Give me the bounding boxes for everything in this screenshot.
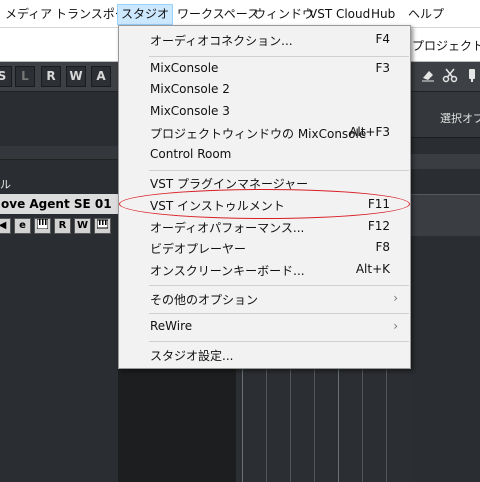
grid-line xyxy=(362,368,363,482)
eraser-icon[interactable] xyxy=(418,67,438,87)
grid-line xyxy=(290,368,291,482)
read-button[interactable]: R xyxy=(41,66,61,87)
speaker-icon[interactable]: ◀ xyxy=(0,218,11,234)
grid-line xyxy=(242,368,243,482)
solo-button[interactable]: S xyxy=(0,66,12,87)
menu-item-label: オーディオコネクション... xyxy=(150,34,293,48)
menu-item-mixconsole-2[interactable]: MixConsole 2 xyxy=(119,79,410,101)
menu-item-label: MixConsole xyxy=(150,61,219,75)
scissors-icon[interactable] xyxy=(440,67,460,87)
track-controls: ◀ e R W xyxy=(0,216,118,236)
menu-item-label: MixConsole 2 xyxy=(150,82,230,96)
write-automation-button[interactable]: W xyxy=(74,218,91,234)
event-lane xyxy=(410,194,480,236)
grid-line xyxy=(338,368,339,482)
menu-item-onscreen-keyboard[interactable]: オンスクリーンキーボード... Alt+K xyxy=(119,259,410,281)
menu-item-audio-performance[interactable]: オーディオパフォーマンス... F12 xyxy=(119,216,410,238)
chevron-right-icon: › xyxy=(393,291,398,305)
menu-item-shortcut: F8 xyxy=(375,240,390,254)
grid-line xyxy=(266,368,267,482)
menu-help[interactable]: ヘルプ xyxy=(405,4,447,25)
menu-vst-cloud[interactable]: VST Cloud xyxy=(306,4,373,25)
track-list-panel: ル ove Agent SE 01 ◀ e R W xyxy=(0,92,118,482)
write-button[interactable]: W xyxy=(66,66,86,87)
inspector-panel: 選択オブ xyxy=(410,92,480,482)
menu-item-label: Control Room xyxy=(150,147,232,161)
menu-item-shortcut: Alt+K xyxy=(355,262,390,276)
menu-separator xyxy=(149,341,409,342)
menu-item-rewire[interactable]: ReWire › xyxy=(119,316,410,338)
menu-hub[interactable]: Hub xyxy=(368,4,398,25)
menu-item-label: プロジェクトウィンドウの MixConsole xyxy=(150,127,367,141)
menu-item-shortcut: Alt+F3 xyxy=(349,125,390,139)
menu-item-shortcut: F12 xyxy=(367,219,390,233)
menu-separator xyxy=(149,313,409,314)
menu-item-label: ReWire xyxy=(150,319,193,333)
menu-media[interactable]: メディア xyxy=(2,4,55,25)
track-label: ル xyxy=(0,178,11,191)
automation-button[interactable]: A xyxy=(91,66,111,87)
menu-separator xyxy=(149,56,409,57)
menu-item-project-mixconsole[interactable]: プロジェクトウィンドウの MixConsole Alt+F3 xyxy=(119,122,410,144)
menu-item-audio-connections[interactable]: オーディオコネクション... F4 xyxy=(119,29,410,51)
grid-line xyxy=(386,368,387,482)
menu-item-shortcut: F3 xyxy=(375,61,390,75)
menu-item-label: オーディオパフォーマンス... xyxy=(150,221,305,235)
menu-item-label: MixConsole 3 xyxy=(150,104,230,118)
menu-workspace[interactable]: ワークスペース xyxy=(174,4,262,25)
menu-item-mixconsole-3[interactable]: MixConsole 3 xyxy=(119,101,410,123)
chevron-right-icon: › xyxy=(393,319,398,333)
grid-line xyxy=(314,368,315,482)
piano-keys-icon[interactable] xyxy=(34,218,51,234)
read-automation-button[interactable]: R xyxy=(54,218,71,234)
glue-icon[interactable] xyxy=(462,67,480,87)
keyboard-icon[interactable] xyxy=(94,218,111,234)
edit-instrument-button[interactable]: e xyxy=(14,218,31,234)
project-title: プロジェクト - ‹ xyxy=(412,39,480,53)
menu-bar: メディア トランスポート スタジオ ワークスペース ウィンドウ VST Clou… xyxy=(0,0,480,28)
highlight-annotation xyxy=(119,189,410,219)
menu-item-label: ビデオプレーヤー xyxy=(150,242,247,256)
instrument-name[interactable]: ove Agent SE 01 xyxy=(0,194,118,214)
menu-item-label: その他のオプション xyxy=(150,293,259,307)
menu-item-mixconsole[interactable]: MixConsole F3 xyxy=(119,58,410,80)
listen-button[interactable]: L xyxy=(15,66,35,87)
menu-studio[interactable]: スタジオ xyxy=(117,4,174,25)
track-list-header xyxy=(0,146,118,160)
menu-item-control-room[interactable]: Control Room xyxy=(119,144,410,166)
menu-separator xyxy=(149,285,409,286)
menu-item-studio-setup[interactable]: スタジオ設定... xyxy=(119,344,410,366)
arrange-grid xyxy=(236,368,410,482)
menu-separator xyxy=(149,170,409,171)
menu-item-label: スタジオ設定... xyxy=(150,349,234,363)
menu-item-more-options[interactable]: その他のオプション › xyxy=(119,288,410,310)
menu-item-video-player[interactable]: ビデオプレーヤー F8 xyxy=(119,237,410,259)
ruler-bar xyxy=(410,154,480,169)
menu-item-shortcut: F4 xyxy=(375,32,390,46)
menu-item-label: オンスクリーンキーボード... xyxy=(150,264,305,278)
selection-header: 選択オブ xyxy=(410,92,480,138)
selection-label: 選択オブ xyxy=(440,112,480,125)
